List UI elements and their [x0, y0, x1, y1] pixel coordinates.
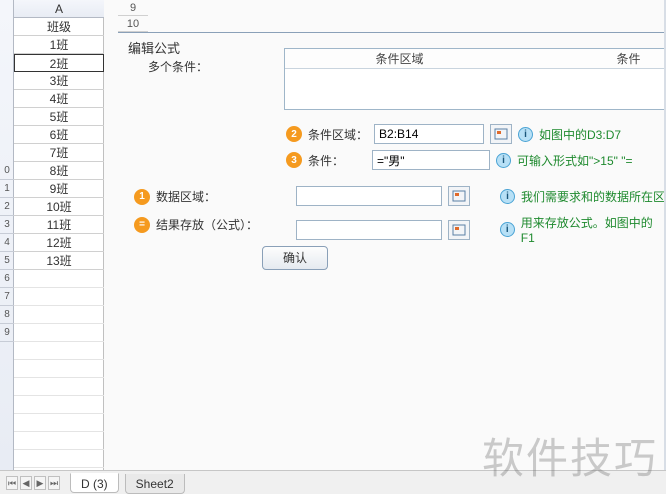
column-a: A 班级 1班 2班 3班 4班 5班 6班 7班 8班 9班 10班 11班 … — [14, 0, 104, 470]
row-number: 1 — [0, 180, 14, 198]
sheet-tab[interactable]: Sheet2 — [125, 474, 185, 494]
step-bullet-1: 1 — [134, 189, 150, 205]
table-row[interactable]: 5班 — [14, 108, 104, 126]
hint-text: 用来存放公式。如图中的F1 — [521, 214, 666, 245]
condition-range-input[interactable] — [374, 124, 484, 144]
left-grid: 0 1 2 3 4 5 6 7 8 9 A 班级 1班 2班 3班 4班 5班 … — [0, 0, 104, 470]
row-number: 9 — [0, 324, 14, 342]
row-number: 2 — [0, 198, 14, 216]
table-row[interactable]: 2班 — [14, 54, 104, 72]
step-bullet-result: = — [134, 217, 150, 233]
column-header[interactable]: A — [14, 0, 104, 18]
confirm-button[interactable]: 确认 — [262, 246, 328, 270]
row-number: 3 — [0, 216, 14, 234]
hint-text: 可输入形式如">15" "= — [517, 152, 632, 169]
hint-text: 我们需要求和的数据所在区 — [521, 188, 665, 205]
formula-panel: 9 10 编辑公式 多个条件： 条件区域 条件 ↖ 2 条件区域： i 如图中的… — [104, 0, 666, 470]
row-number: 4 — [0, 234, 14, 252]
th-condition-range: 条件区域 — [285, 49, 514, 68]
nav-prev-icon[interactable]: ◀ — [20, 476, 32, 490]
row-number: 5 — [0, 252, 14, 270]
th-condition: 条件 — [514, 49, 666, 68]
info-icon[interactable]: i — [518, 127, 533, 142]
condition-table[interactable]: 条件区域 条件 ↖ — [284, 48, 666, 110]
row-number: 8 — [0, 306, 14, 324]
range-picker-button[interactable] — [448, 186, 470, 206]
sheet-tab-bar: ⏮ ◀ ▶ ⏭ D (3) Sheet2 — [0, 470, 666, 494]
table-row[interactable]: 7班 — [14, 144, 104, 162]
row-number: 10 — [118, 16, 148, 32]
table-row[interactable]: 8班 — [14, 162, 104, 180]
nav-last-icon[interactable]: ⏭ — [48, 476, 60, 490]
row-header-column: 0 1 2 3 4 5 6 7 8 9 — [0, 0, 14, 470]
step-bullet-3: 3 — [286, 152, 302, 168]
table-row[interactable]: 13班 — [14, 252, 104, 270]
nav-next-icon[interactable]: ▶ — [34, 476, 46, 490]
sheet-tab[interactable]: D (3) — [70, 473, 119, 493]
info-icon[interactable]: i — [500, 189, 515, 204]
table-row[interactable]: 6班 — [14, 126, 104, 144]
step-bullet-2: 2 — [286, 126, 302, 142]
table-row[interactable]: 12班 — [14, 234, 104, 252]
condition-input[interactable] — [372, 150, 490, 170]
row-number: 6 — [0, 270, 14, 288]
table-row[interactable]: 11班 — [14, 216, 104, 234]
result-input[interactable] — [296, 220, 442, 240]
row-number: 7 — [0, 288, 14, 306]
table-row[interactable]: 3班 — [14, 72, 104, 90]
condition-range-label: 条件区域： — [308, 126, 368, 143]
tab-nav: ⏮ ◀ ▶ ⏭ — [6, 476, 66, 490]
cell-class-header[interactable]: 班级 — [14, 18, 104, 36]
range-picker-button[interactable] — [448, 220, 470, 240]
nav-first-icon[interactable]: ⏮ — [6, 476, 18, 490]
row-number: 0 — [0, 162, 14, 180]
panel-title: 编辑公式 — [128, 38, 180, 57]
table-row[interactable]: 9班 — [14, 180, 104, 198]
row-number: 9 — [118, 0, 148, 16]
table-row[interactable]: 10班 — [14, 198, 104, 216]
multi-condition-label: 多个条件： — [148, 58, 208, 75]
data-range-label: 数据区域： — [156, 188, 216, 205]
fragment-rows: 9 10 — [118, 0, 148, 32]
data-range-input[interactable] — [296, 186, 442, 206]
info-icon[interactable]: i — [500, 222, 515, 237]
table-row[interactable]: 4班 — [14, 90, 104, 108]
range-picker-button[interactable] — [490, 124, 512, 144]
hint-text: 如图中的D3:D7 — [539, 126, 621, 143]
table-row[interactable]: 1班 — [14, 36, 104, 54]
result-label: 结果存放（公式）： — [156, 216, 258, 233]
condition-label: 条件： — [308, 152, 366, 169]
info-icon[interactable]: i — [496, 153, 511, 168]
